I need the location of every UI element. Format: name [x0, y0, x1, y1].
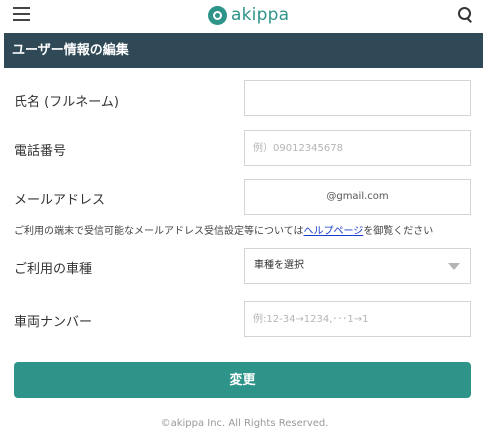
vehicle-label: ご利用の車種 — [14, 262, 93, 277]
logo-text: akippa — [231, 5, 290, 25]
email-label: メールアドレス — [14, 193, 106, 208]
search-icon[interactable] — [457, 6, 473, 23]
plate-number-input[interactable] — [245, 302, 470, 336]
hamburger-menu-icon[interactable] — [13, 7, 30, 21]
plate-field-box — [244, 301, 471, 337]
note-text-after: を御覧ください — [363, 226, 434, 237]
name-input[interactable] — [245, 81, 470, 115]
vehicle-select[interactable]: 車種を選択 — [244, 248, 471, 284]
copyright-footer: ©akippa Inc. All Rights Reserved. — [160, 418, 329, 429]
plate-label: 車両ナンバー — [14, 315, 93, 330]
section-title-bar: ユーザー情報の編集 — [4, 33, 483, 68]
phone-input[interactable] — [245, 131, 470, 165]
email-help-note: ご利用の端末で受信可能なメールアドレス受信設定等についてはヘルプページを御覧くだ… — [14, 222, 433, 237]
submit-button[interactable]: 変更 — [14, 362, 471, 398]
phone-field-box — [244, 130, 471, 166]
phone-label: 電話番号 — [14, 144, 67, 159]
name-field-box — [244, 80, 471, 116]
name-label: 氏名 (フルネーム) — [14, 95, 119, 110]
akippa-logo[interactable]: akippa — [208, 3, 289, 27]
chevron-down-icon — [448, 263, 460, 270]
note-text-before: ご利用の端末で受信可能なメールアドレス受信設定等については — [14, 226, 304, 237]
vehicle-select-value: 車種を選択 — [254, 260, 304, 271]
akippa-logo-icon — [208, 5, 227, 25]
top-bar: akippa — [0, 0, 489, 32]
help-page-link[interactable]: ヘルプページ — [304, 226, 364, 237]
email-value: @gmail.com — [326, 191, 389, 202]
email-field[interactable]: @gmail.com — [244, 179, 471, 215]
